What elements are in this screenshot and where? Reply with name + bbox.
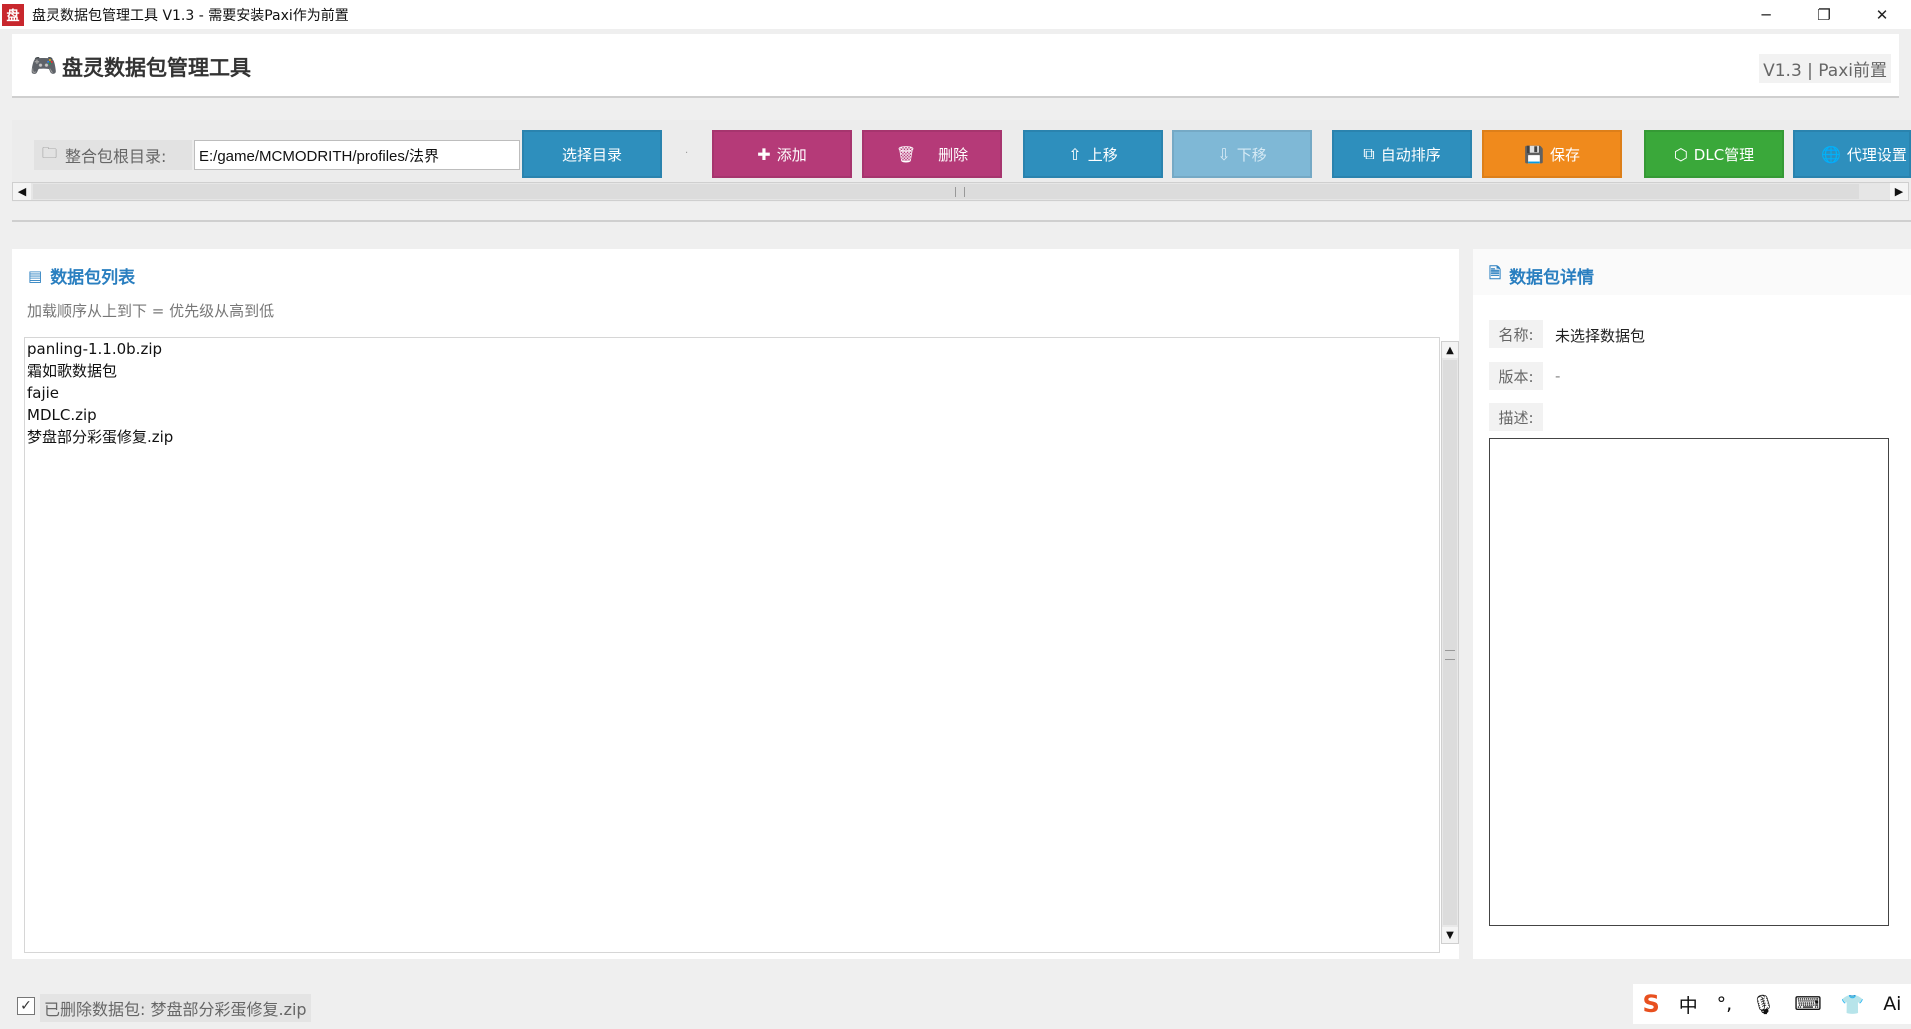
select-dir-button[interactable]: 选择目录 xyxy=(522,130,662,178)
skin-icon[interactable]: 👕 xyxy=(1841,993,1865,1016)
app-header: 🎮 盘灵数据包管理工具 V1.3 | Paxi前置 xyxy=(12,34,1899,98)
sogou-logo-icon[interactable]: S xyxy=(1642,990,1659,1018)
sort-icon: ⧉ xyxy=(1363,144,1375,163)
package-detail-panel: 🗎 数据包详情 名称: 未选择数据包 版本: - 描述: xyxy=(1473,249,1911,959)
list-item[interactable]: MDLC.zip xyxy=(25,404,1439,426)
grip-icon xyxy=(1445,650,1455,660)
save-button[interactable]: 💾 保存 xyxy=(1482,130,1622,178)
document-icon: 🗎 xyxy=(1489,264,1502,282)
proxy-button[interactable]: 🌐 代理设置 xyxy=(1793,130,1911,178)
package-list-header: ▤ 数据包列表 xyxy=(28,263,136,289)
divider xyxy=(12,220,1911,222)
version-value: - xyxy=(1555,367,1561,385)
arrow-down-icon: ⇩ xyxy=(1217,144,1231,164)
restore-button[interactable]: ❐ xyxy=(1795,0,1853,29)
version-badge: V1.3 | Paxi前置 xyxy=(1759,54,1891,83)
app-icon: 盘 xyxy=(2,3,24,26)
plus-icon: ✚ xyxy=(757,144,771,164)
keyboard-icon[interactable]: ⌨ xyxy=(1794,993,1821,1015)
name-value: 未选择数据包 xyxy=(1555,327,1646,345)
description-textarea[interactable] xyxy=(1489,438,1889,926)
package-list-panel: ▤ 数据包列表 加载顺序从上到下 = 优先级从高到低 panling-1.1.0… xyxy=(12,249,1459,959)
move-up-label: 上移 xyxy=(1087,145,1118,164)
status-bar: ✓ 已删除数据包: 梦盘部分彩蛋修复.zip S 中 °, 🎙 ⌨ 👕 Ai xyxy=(0,970,1911,1029)
delete-label: 删除 xyxy=(938,145,969,164)
globe-icon: 🌐 xyxy=(1821,144,1841,164)
add-button[interactable]: ✚ 添加 xyxy=(712,130,852,178)
auto-sort-label: 自动排序 xyxy=(1380,145,1441,164)
move-down-label: 下移 xyxy=(1236,145,1267,164)
language-toggle[interactable]: 中 xyxy=(1679,991,1698,1018)
list-item[interactable]: fajie xyxy=(25,382,1439,404)
scroll-thumb[interactable] xyxy=(33,184,1859,199)
package-icon: ⬡ xyxy=(1673,144,1688,164)
list-vertical-scrollbar[interactable]: ▲ ▼ xyxy=(1441,341,1459,944)
punctuation-icon[interactable]: °, xyxy=(1717,993,1733,1015)
save-icon: 💾 xyxy=(1524,144,1544,164)
root-dir-label: 🗀 整合包根目录: xyxy=(34,140,192,170)
list-item[interactable]: 梦盘部分彩蛋修复.zip xyxy=(25,426,1439,448)
gamepad-icon: 🎮 xyxy=(30,54,58,79)
minimize-button[interactable]: ─ xyxy=(1737,0,1795,29)
page-title: 盘灵数据包管理工具 xyxy=(62,56,251,80)
window-controls: ─ ❐ ✕ xyxy=(1737,0,1911,29)
status-checkbox: ✓ xyxy=(17,997,35,1015)
package-detail-header: 🗎 数据包详情 xyxy=(1489,263,1594,288)
scroll-thumb[interactable] xyxy=(1443,360,1457,925)
arrow-up-icon: ⇧ xyxy=(1068,144,1082,164)
dlc-button[interactable]: ⬡ DLC管理 xyxy=(1644,130,1784,178)
folder-icon: 🗀 xyxy=(42,143,58,162)
list-item[interactable]: panling-1.1.0b.zip xyxy=(25,338,1439,360)
title-bar: 盘 盘灵数据包管理工具 V1.3 - 需要安装Paxi作为前置 ─ ❐ ✕ xyxy=(0,0,1911,29)
name-label: 名称: xyxy=(1489,320,1543,348)
toolbar-horizontal-scrollbar[interactable]: ◀ ▶ xyxy=(12,182,1909,201)
description-label: 描述: xyxy=(1489,403,1543,431)
select-dir-label: 选择目录 xyxy=(561,145,622,164)
proxy-label: 代理设置 xyxy=(1846,145,1907,164)
scroll-left-arrow-icon[interactable]: ◀ xyxy=(13,183,31,200)
trash-icon: 🗑 xyxy=(895,144,917,164)
scroll-down-arrow-icon[interactable]: ▼ xyxy=(1442,927,1458,943)
separator-dot: · xyxy=(685,148,689,159)
package-list[interactable]: panling-1.1.0b.zip 霜如歌数据包 fajie MDLC.zip… xyxy=(24,337,1440,953)
ai-icon[interactable]: Ai xyxy=(1883,993,1901,1015)
scroll-right-arrow-icon[interactable]: ▶ xyxy=(1890,183,1908,200)
status-text: 已删除数据包: 梦盘部分彩蛋修复.zip xyxy=(40,994,311,1022)
package-detail-title: 数据包详情 xyxy=(1509,268,1595,288)
move-down-button[interactable]: ⇩ 下移 xyxy=(1172,130,1312,178)
root-dir-input[interactable] xyxy=(194,140,520,170)
grip-icon xyxy=(955,187,965,197)
version-label: 版本: xyxy=(1489,362,1543,390)
dlc-label: DLC管理 xyxy=(1693,145,1755,164)
window-title: 盘灵数据包管理工具 V1.3 - 需要安装Paxi作为前置 xyxy=(32,7,349,24)
microphone-icon[interactable]: 🎙 xyxy=(1751,993,1775,1016)
add-label: 添加 xyxy=(776,145,807,164)
package-list-title: 数据包列表 xyxy=(50,268,136,288)
list-icon: ▤ xyxy=(28,266,43,285)
delete-button[interactable]: 🗑 删除 xyxy=(862,130,1002,178)
list-item[interactable]: 霜如歌数据包 xyxy=(25,360,1439,382)
close-button[interactable]: ✕ xyxy=(1853,0,1911,29)
save-label: 保存 xyxy=(1549,145,1580,164)
root-dir-label-text: 整合包根目录: xyxy=(65,147,167,166)
scroll-up-arrow-icon[interactable]: ▲ xyxy=(1442,342,1458,358)
load-order-hint: 加载顺序从上到下 = 优先级从高到低 xyxy=(27,302,275,320)
auto-sort-button[interactable]: ⧉ 自动排序 xyxy=(1332,130,1472,178)
ime-toolbar: S 中 °, 🎙 ⌨ 👕 Ai xyxy=(1633,984,1911,1024)
move-up-button[interactable]: ⇧ 上移 xyxy=(1023,130,1163,178)
